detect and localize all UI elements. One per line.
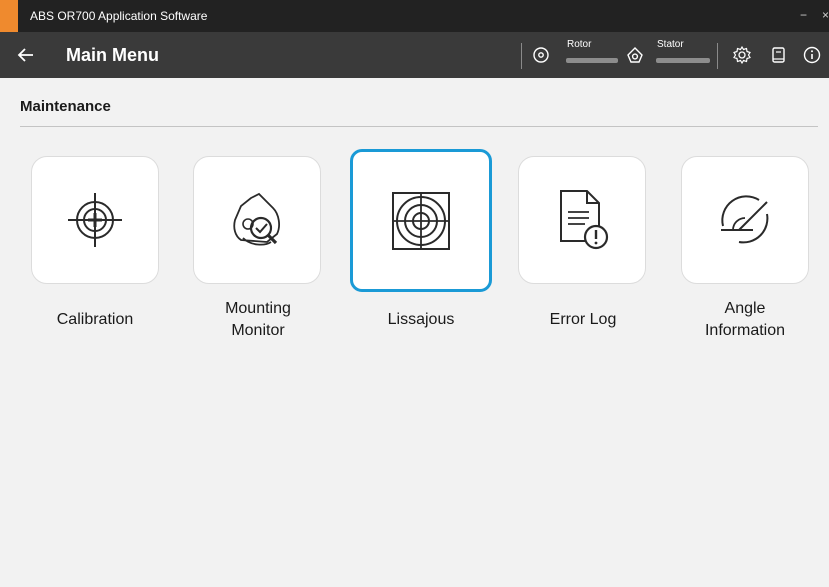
rotor-label: Rotor xyxy=(567,39,592,50)
lissajous-label: Lissajous xyxy=(387,311,455,328)
stator-value xyxy=(656,58,710,63)
divider xyxy=(521,43,522,69)
error-log-label: Error Log xyxy=(549,311,617,328)
magnifier-check-icon xyxy=(233,192,280,246)
app-header: Main Menu Rotor Stator xyxy=(0,32,829,78)
lissajous-tile[interactable] xyxy=(350,149,492,292)
app-accent xyxy=(0,0,18,32)
minimize-button[interactable]: − xyxy=(800,8,807,22)
mounting-monitor-label: Mounting Monitor xyxy=(183,298,333,342)
calibration-label: Calibration xyxy=(56,311,134,328)
window-title: ABS OR700 Application Software xyxy=(30,9,208,23)
close-button[interactable]: × xyxy=(822,8,829,22)
angle-information-tile[interactable] xyxy=(681,156,809,284)
document-alert-icon xyxy=(560,190,609,250)
arrow-left-icon[interactable] xyxy=(14,43,38,67)
mounting-monitor-tile[interactable] xyxy=(193,156,321,284)
crosshair-plus-icon xyxy=(68,193,122,247)
rotor-value xyxy=(566,58,618,63)
angle-gauge-icon xyxy=(721,195,769,244)
target-grid-icon xyxy=(392,191,450,250)
calibration-tile[interactable] xyxy=(31,156,159,284)
stator-icon xyxy=(627,47,643,63)
mounting-monitor-label-text: Mounting Monitor xyxy=(225,300,291,339)
section-divider xyxy=(20,126,818,127)
title-bar: ABS OR700 Application Software − × xyxy=(0,0,829,32)
section-title: Maintenance xyxy=(20,98,111,115)
stator-label: Stator xyxy=(657,39,684,50)
settings-icon[interactable] xyxy=(732,45,752,65)
page-title: Main Menu xyxy=(66,45,159,65)
angle-information-label-text: Angle Information xyxy=(704,300,786,339)
manual-icon[interactable] xyxy=(768,45,788,65)
divider xyxy=(717,43,718,69)
rotor-icon xyxy=(533,47,549,63)
angle-information-label: Angle Information xyxy=(670,298,820,342)
error-log-tile[interactable] xyxy=(518,156,646,284)
info-icon[interactable] xyxy=(802,45,822,65)
